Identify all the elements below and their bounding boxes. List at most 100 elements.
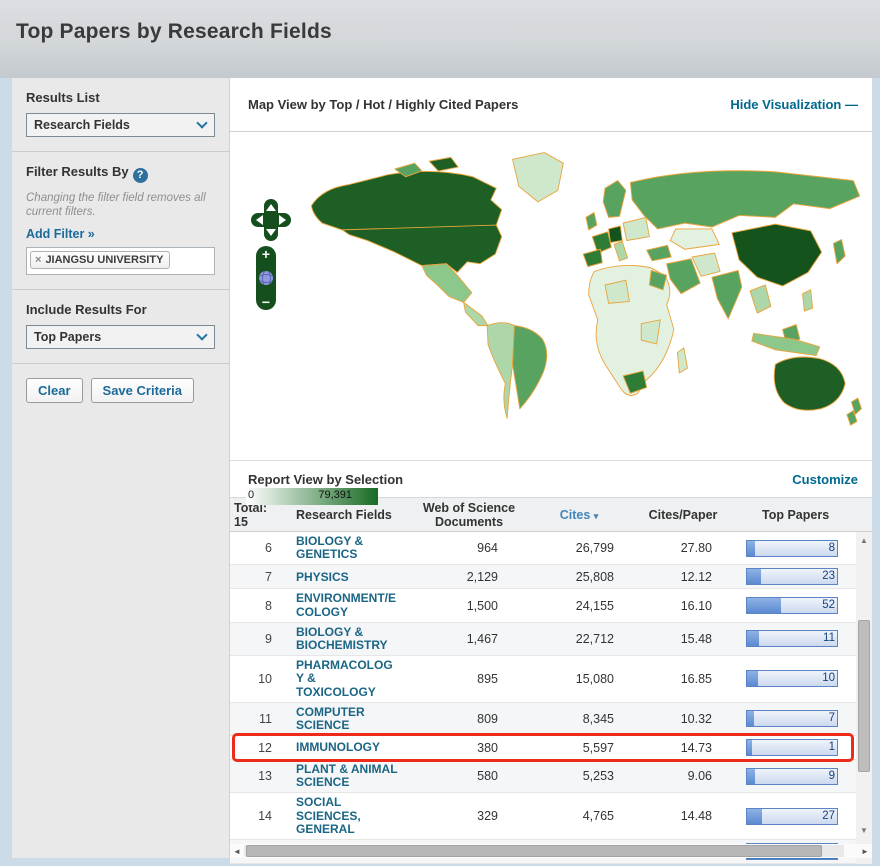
table-row: 14SOCIAL SCIENCES, GENERAL3294,76514.482… [230, 793, 856, 840]
save-criteria-button[interactable]: Save Criteria [91, 378, 195, 403]
globe-icon[interactable] [259, 271, 273, 285]
horizontal-scrollbar[interactable]: ◄ ► [230, 844, 872, 858]
cites-per-paper-cell: 9.06 [630, 769, 736, 783]
top-papers-value: 1 [829, 741, 835, 753]
top-papers-cell: 27 [736, 808, 856, 825]
cites-per-paper-cell: 15.48 [630, 632, 736, 646]
scroll-right-icon[interactable]: ► [858, 847, 872, 856]
documents-cell: 580 [410, 769, 528, 783]
research-field-link[interactable]: SOCIAL SCIENCES, GENERAL [296, 796, 398, 836]
top-papers-cell: 23 [736, 568, 856, 585]
map-legend: 0 79,391 [246, 488, 378, 505]
hide-visualization-link[interactable]: Hide Visualization — [730, 97, 858, 112]
chevron-down-icon [190, 326, 214, 348]
research-field-link[interactable]: PHARMACOLOGY & TOXICOLOGY [296, 659, 398, 699]
top-papers-value: 8 [829, 542, 835, 554]
horizontal-scroll-track[interactable] [244, 845, 844, 857]
map-pan-control[interactable] [250, 198, 292, 242]
top-papers-bar: 9 [746, 768, 838, 785]
cites-cell: 4,765 [528, 809, 630, 823]
scroll-down-icon[interactable]: ▼ [856, 824, 872, 838]
top-papers-bar: 23 [746, 568, 838, 585]
top-papers-cell: 1 [736, 739, 856, 756]
scroll-up-icon[interactable]: ▲ [856, 534, 872, 548]
include-results-select[interactable]: Top Papers [26, 325, 215, 349]
remove-tag-icon[interactable]: × [35, 254, 41, 266]
filter-section: Filter Results By? Changing the filter f… [12, 152, 229, 290]
table-row: 7PHYSICS2,12925,80812.1223 [230, 565, 856, 589]
field-cell: IMMUNOLOGY [282, 740, 410, 754]
horizontal-scroll-thumb[interactable] [246, 845, 822, 857]
field-cell: PHYSICS [282, 570, 410, 584]
documents-cell: 329 [410, 809, 528, 823]
top-papers-bar-fill [747, 598, 781, 613]
cites-cell: 26,799 [528, 541, 630, 555]
map-view: + − 0 79,391 [230, 132, 872, 460]
top-papers-bar-fill [747, 740, 752, 755]
sidebar: Results List Research Fields Filter Resu… [12, 78, 230, 858]
include-results-label: Include Results For [26, 302, 215, 317]
research-field-link[interactable]: BIOLOGY & BIOCHEMISTRY [296, 626, 398, 652]
table-rows: 6BIOLOGY & GENETICS96426,79927.8087PHYSI… [230, 532, 856, 864]
documents-cell: 895 [410, 672, 528, 686]
research-field-link[interactable]: PLANT & ANIMAL SCIENCE [296, 763, 398, 789]
cites-per-paper-cell: 27.80 [630, 541, 736, 555]
column-cites-sortable[interactable]: Cites ▾ [528, 508, 630, 522]
map-header: Map View by Top / Hot / Highly Cited Pap… [230, 78, 872, 132]
column-top-papers: Top Papers [736, 508, 872, 522]
top-papers-bar-fill [747, 809, 762, 824]
research-field-link[interactable]: IMMUNOLOGY [296, 741, 398, 754]
zoom-out-icon[interactable]: − [262, 295, 270, 309]
filter-tag: × JIANGSU UNIVERSITY [30, 251, 170, 269]
top-papers-cell: 10 [736, 670, 856, 687]
filter-tag-label: JIANGSU UNIVERSITY [45, 254, 163, 266]
cites-per-paper-cell: 12.12 [630, 570, 736, 584]
table-row: 11COMPUTER SCIENCE8098,34510.327 [230, 703, 856, 736]
clear-button[interactable]: Clear [26, 378, 83, 403]
help-icon[interactable]: ? [133, 168, 148, 183]
top-papers-bar: 1 [746, 739, 838, 756]
documents-cell: 964 [410, 541, 528, 555]
world-map[interactable] [286, 140, 866, 430]
top-papers-bar-fill [747, 671, 758, 686]
research-field-link[interactable]: PHYSICS [296, 571, 398, 584]
customize-link[interactable]: Customize [792, 472, 858, 487]
map-zoom-control[interactable]: + − [256, 246, 276, 310]
top-papers-bar: 8 [746, 540, 838, 557]
cites-per-paper-cell: 14.73 [630, 741, 736, 755]
rank-cell: 11 [230, 712, 282, 726]
cites-cell: 24,155 [528, 599, 630, 613]
documents-cell: 1,467 [410, 632, 528, 646]
top-papers-value: 9 [829, 770, 835, 782]
field-cell: ENVIRONMENT/ECOLOGY [282, 592, 410, 618]
cites-per-paper-cell: 10.32 [630, 712, 736, 726]
field-cell: BIOLOGY & BIOCHEMISTRY [282, 626, 410, 652]
results-list-select[interactable]: Research Fields [26, 113, 215, 137]
cites-per-paper-cell: 14.48 [630, 809, 736, 823]
rank-cell: 9 [230, 632, 282, 646]
include-results-value: Top Papers [27, 330, 190, 344]
research-field-link[interactable]: COMPUTER SCIENCE [296, 706, 398, 732]
scroll-left-icon[interactable]: ◄ [230, 847, 244, 856]
research-field-link[interactable]: BIOLOGY & GENETICS [296, 535, 398, 561]
field-cell: BIOLOGY & GENETICS [282, 535, 410, 561]
vertical-scroll-thumb[interactable] [858, 620, 870, 772]
results-list-label: Results List [26, 90, 215, 105]
table-row: 6BIOLOGY & GENETICS96426,79927.808 [230, 532, 856, 565]
table-row: 10PHARMACOLOGY & TOXICOLOGY89515,08016.8… [230, 656, 856, 703]
top-papers-value: 10 [822, 672, 835, 684]
cites-cell: 25,808 [528, 570, 630, 584]
research-field-link[interactable]: ENVIRONMENT/ECOLOGY [296, 592, 398, 618]
top-papers-bar-fill [747, 769, 755, 784]
vertical-scrollbar[interactable]: ▲ ▼ [856, 532, 872, 864]
zoom-in-icon[interactable]: + [262, 247, 270, 261]
top-papers-cell: 11 [736, 630, 856, 647]
table-row: 12IMMUNOLOGY3805,59714.731 [230, 736, 856, 760]
legend-gradient [246, 488, 378, 505]
include-results-section: Include Results For Top Papers [12, 290, 229, 364]
add-filter-link[interactable]: Add Filter » [26, 227, 95, 241]
top-papers-cell: 8 [736, 540, 856, 557]
field-cell: SOCIAL SCIENCES, GENERAL [282, 796, 410, 836]
cites-cell: 8,345 [528, 712, 630, 726]
cites-cell: 15,080 [528, 672, 630, 686]
